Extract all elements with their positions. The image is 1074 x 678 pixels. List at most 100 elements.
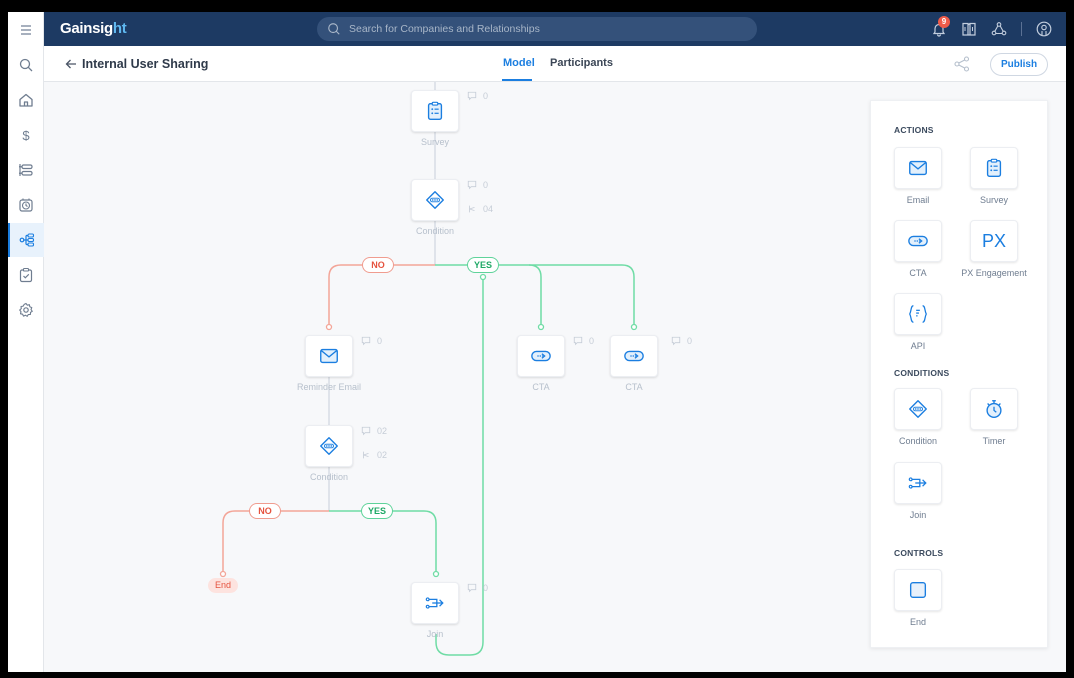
no-branch-connector-1 [328,264,435,327]
palette-item-end[interactable]: End [880,569,956,627]
palette-item-label: Email [906,195,930,205]
notifications-button[interactable]: 9 [931,16,950,37]
yes-branch-connector-cta2 [529,264,635,327]
svg-text:$: $ [22,128,30,143]
publish-button[interactable]: Publish [990,53,1048,76]
app-window: $ Gainsight 9 [8,12,1066,672]
sidebar-item-timeline[interactable] [8,153,44,187]
palette-tile [970,388,1018,430]
palette-item-join[interactable]: Join [880,462,956,520]
knowledge-center-button[interactable] [961,21,977,37]
node-label: Join [426,629,444,639]
node-comment-count: 0 [467,583,488,593]
comment-icon [467,583,477,593]
palette-tile [894,147,942,189]
palette-item-timer[interactable]: Timer [956,388,1032,446]
palette-tile [894,388,942,430]
network-icon [991,22,1007,36]
divider [1021,22,1022,36]
palette-section-title: CONTROLS [894,548,944,558]
node-branch-count: 04 [467,204,493,214]
palette-item-survey[interactable]: Survey [956,147,1032,205]
node-branch-count: 02 [361,450,387,460]
user-avatar-icon [1036,21,1052,37]
branch-icon [361,450,371,460]
search-input[interactable] [349,23,729,35]
yes-endpoint-join [432,570,440,578]
cta-icon [623,345,645,367]
palette-tile [894,293,942,335]
palette-section-title: CONDITIONS [894,368,950,378]
flow-node-join[interactable] [411,582,459,624]
top-bar-actions: 9 [931,12,1052,46]
comment-icon [361,426,371,436]
timer-icon [19,198,33,212]
flow-node-survey[interactable] [411,90,459,132]
tab-participants[interactable]: Participants [550,57,613,69]
flow-node-reminder-email[interactable] [305,335,353,377]
book-icon [962,22,976,36]
node-comment-count: 02 [361,426,387,436]
sidebar-item-journey-orchestrator[interactable] [8,223,44,257]
global-search[interactable] [317,17,757,41]
api-icon [907,303,929,325]
end-node[interactable]: End [208,578,238,593]
clipboard-check-icon [19,267,33,283]
timer-icon [983,398,1005,420]
user-profile-button[interactable] [1036,21,1052,37]
palette-item-label: Timer [982,436,1006,446]
condition-icon [318,435,340,457]
palette-item-api[interactable]: API [880,293,956,351]
palette-item-label: Condition [898,436,938,446]
condition-icon [907,398,929,420]
condition-icon [424,189,446,211]
sidebar-menu-button[interactable] [8,13,44,47]
flow-node-cta[interactable] [610,335,658,377]
sidebar-item-timer[interactable] [8,188,44,222]
no-branch-label[interactable]: NO [249,503,281,519]
connections-button[interactable] [991,21,1007,37]
yes-branch-connector-2 [329,510,437,573]
journey-orchestrator-icon [19,233,35,247]
palette-item-px-engagement[interactable]: PX PX Engagement [956,220,1032,278]
yes-branch-label[interactable]: YES [467,257,499,273]
top-navigation-bar: Gainsight 9 [44,12,1066,46]
sidebar-item-settings[interactable] [8,293,44,327]
sidebar-item-search[interactable] [8,48,44,82]
sidebar-item-tasks[interactable] [8,258,44,292]
component-palette: ACTIONS Email Survey CTA PX PX Engagemen… [870,100,1048,648]
flow-node-condition[interactable] [305,425,353,467]
comment-icon [361,336,371,346]
branch-icon [467,204,477,214]
no-branch-connector-2 [222,510,329,573]
gainsight-logo[interactable]: Gainsight [60,20,127,37]
palette-item-label: End [909,617,926,627]
flow-node-cta[interactable] [517,335,565,377]
node-comment-count: 0 [467,180,488,190]
left-sidebar: $ [8,12,44,672]
back-arrow-icon[interactable] [64,57,78,71]
comment-icon [671,336,681,346]
active-tab-indicator [502,79,532,81]
sidebar-item-home[interactable] [8,83,44,117]
yes-branch-label[interactable]: YES [361,503,393,519]
sidebar-item-revenue[interactable]: $ [8,118,44,152]
palette-item-condition[interactable]: Condition [880,388,956,446]
no-branch-label[interactable]: NO [362,257,394,273]
flow-node-condition[interactable] [411,179,459,221]
comment-icon [467,91,477,101]
yes-branch-connector-cta1 [435,264,542,327]
notification-count-badge: 9 [938,16,950,28]
cta-icon [907,230,929,252]
tab-model[interactable]: Model [503,57,535,69]
search-icon [19,58,33,72]
palette-item-cta[interactable]: CTA [880,220,956,278]
palette-tile [894,569,942,611]
share-icon[interactable] [954,56,970,72]
journey-canvas[interactable]: NO YES NO YES End Survey 0 Condition 0 0… [44,82,1066,672]
palette-tile [894,220,942,262]
palette-item-email[interactable]: Email [880,147,956,205]
yes-endpoint-cta2 [630,323,638,331]
palette-tile [970,147,1018,189]
timeline-icon [19,164,33,176]
